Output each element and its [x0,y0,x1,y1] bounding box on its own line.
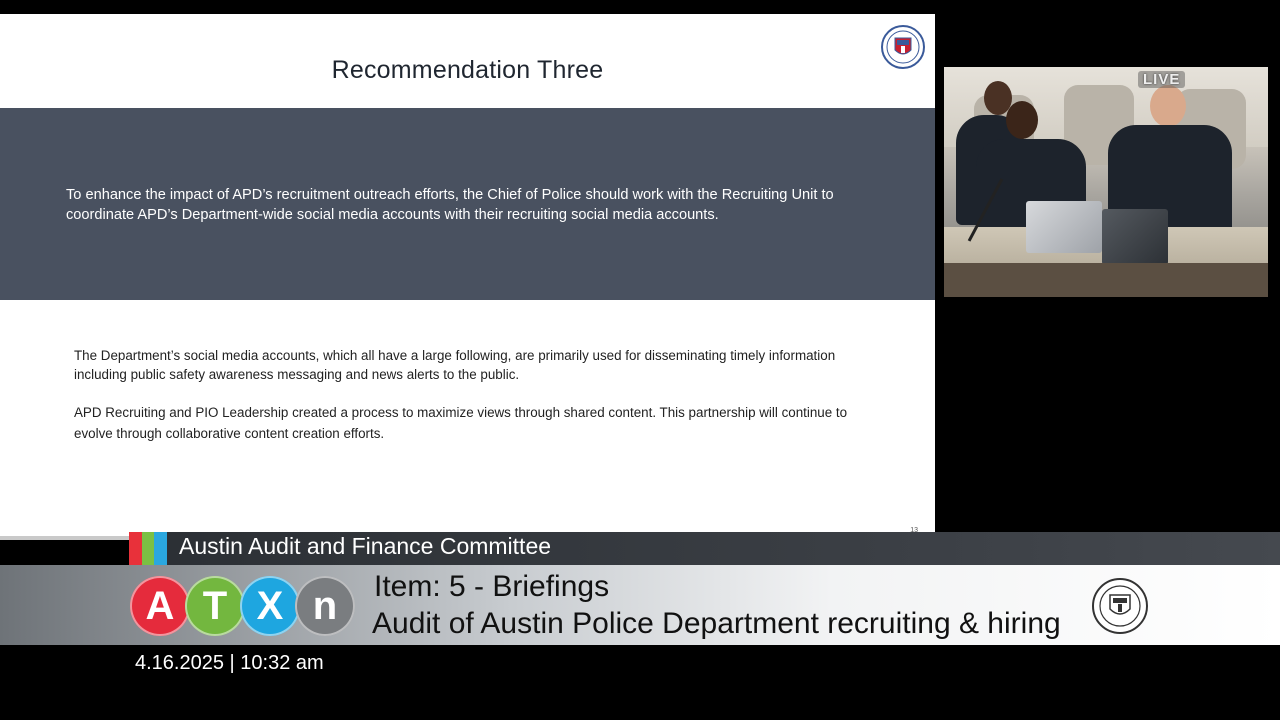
presentation-slide: Recommendation Three To enhance the impa… [0,14,935,540]
atxn-logo-letter: X [240,576,300,636]
color-tab-red [129,532,142,565]
recommendation-band: To enhance the impact of APD’s recruitme… [0,108,935,300]
slide-paragraph-2: APD Recruiting and PIO Leadership create… [74,405,848,441]
color-tabs [129,532,168,565]
city-of-austin-seal-icon [881,25,925,69]
slide-title: Recommendation Three [331,56,604,84]
tablet [1102,209,1168,265]
atxn-logo: A T X n [130,576,355,636]
agenda-item: Item: 5 - Briefings [374,570,610,603]
slide-paragraph-1: The Department’s social media accounts, … [74,348,836,382]
broadcast-datetime: 4.16.2025 | 10:32 am [135,652,324,674]
live-badge: LIVE [1138,71,1186,88]
color-tab-green [141,532,155,565]
recommendation-text: To enhance the impact of APD’s recruitme… [66,187,834,223]
city-seal-icon [1092,578,1148,634]
laptop [1026,201,1102,253]
color-tab-blue [154,532,168,565]
desk-front [944,263,1268,297]
atxn-logo-letter: A [130,576,190,636]
agenda-item-subtitle: Audit of Austin Police Department recrui… [372,607,1061,640]
atxn-logo-letter: n [295,576,355,636]
atxn-logo-letter: T [185,576,245,636]
live-camera-feed: LIVE [944,67,1268,297]
committee-name: Austin Audit and Finance Committee [179,533,552,559]
